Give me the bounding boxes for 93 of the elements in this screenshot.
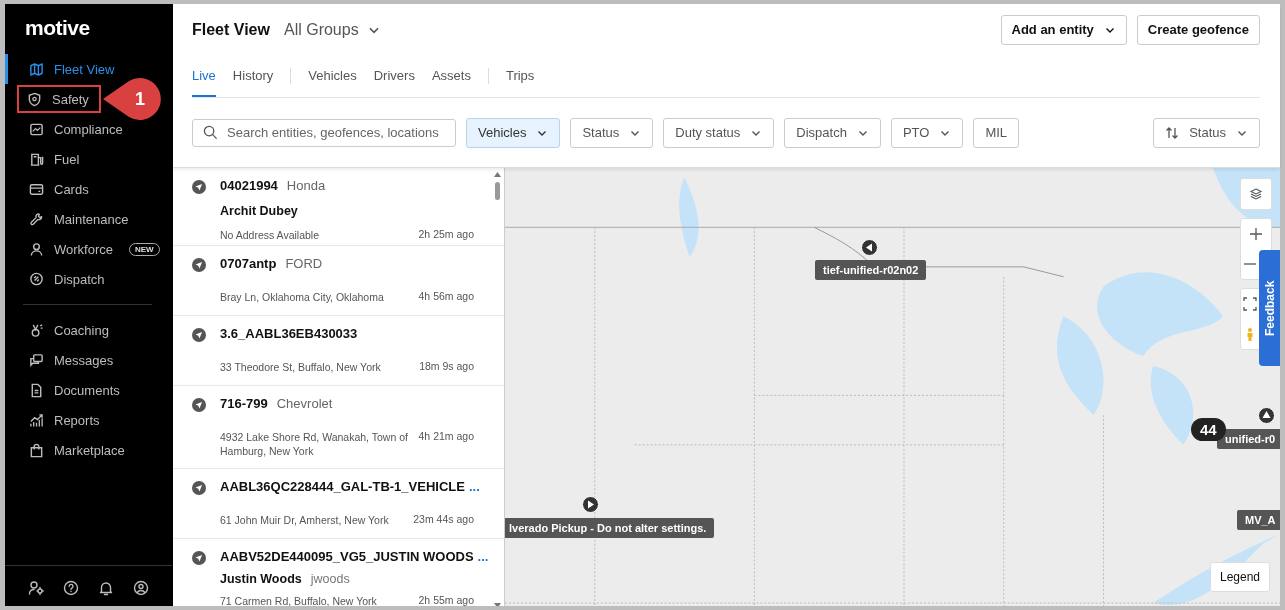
plus-icon: [1249, 227, 1263, 241]
more-link[interactable]: ...: [477, 549, 489, 564]
more-link[interactable]: ...: [468, 479, 480, 494]
bar-chart-icon: [29, 412, 44, 428]
fullscreen-icon: [1243, 297, 1257, 311]
shield-icon: [27, 91, 42, 107]
navigation-arrow-icon: [192, 551, 206, 565]
vehicle-name[interactable]: AABV52DE440095_VG5_JUSTIN WOODS: [220, 549, 474, 564]
filter-dropdown[interactable]: Duty status: [663, 117, 775, 148]
vehicle-address: Bray Ln, Oklahoma City, Oklahoma: [220, 290, 385, 305]
wrench-icon: [29, 211, 44, 227]
bag-icon: [29, 442, 44, 458]
vehicle-name[interactable]: AABL36QC228444_GAL-TB-1_VEHICLE: [220, 479, 465, 494]
vehicle-label[interactable]: unified-r0: [1217, 429, 1280, 449]
navigation-arrow-icon: [192, 180, 206, 194]
vehicle-label[interactable]: lverado Pickup - Do not alter settings.: [505, 518, 715, 538]
group-dropdown[interactable]: All Groups: [283, 20, 381, 39]
nav-item[interactable]: Reports: [5, 405, 172, 435]
vehicle-marker-icon[interactable]: [861, 239, 878, 256]
tab[interactable]: Live: [192, 55, 216, 97]
chat-icon: [29, 352, 44, 368]
chart-icon: [29, 121, 44, 137]
header-button[interactable]: Create geofence: [1136, 14, 1260, 45]
navigation-arrow-icon: [192, 328, 206, 342]
filter-dropdown[interactable]: Vehicles: [466, 117, 561, 148]
vehicle-address: 33 Theodore St, Buffalo, New York: [220, 360, 382, 375]
tab[interactable]: Trips: [505, 55, 535, 97]
nav-item[interactable]: Fuel: [5, 144, 172, 174]
driver-name: Archit Dubey: [220, 204, 298, 220]
nav-item[interactable]: Workforce NEW: [5, 234, 172, 264]
vehicle-address: No Address Available: [220, 228, 321, 243]
vehicle-name[interactable]: 0707antp: [220, 256, 277, 271]
document-icon: [29, 382, 44, 398]
vehicle-marker-icon[interactable]: [1258, 407, 1275, 424]
scrollbar[interactable]: [493, 170, 502, 606]
filter-dropdown[interactable]: Dispatch: [784, 117, 881, 148]
last-update-time: 2h 25m ago: [417, 228, 474, 242]
nav-item[interactable]: Safety: [17, 85, 101, 113]
legend-button[interactable]: Legend: [1209, 562, 1270, 592]
tab[interactable]: Drivers: [373, 55, 415, 97]
vehicle-marker-icon[interactable]: [582, 496, 599, 513]
vehicle-name[interactable]: 04021994: [220, 178, 278, 193]
vehicle-label[interactable]: tief-unified-r02n02: [815, 260, 927, 280]
vehicle-address: 71 Carmen Rd, Buffalo, New York: [220, 593, 378, 606]
last-update-time: 18m 9s ago: [418, 360, 474, 374]
help-icon[interactable]: [63, 580, 80, 596]
last-update-time: 4h 21m ago: [417, 429, 474, 444]
vehicle-address: 61 John Muir Dr, Amherst, New York: [220, 513, 390, 528]
last-update-time: 4h 56m ago: [417, 290, 474, 304]
vehicle-name[interactable]: 3.6_AABL36EB430033: [220, 326, 358, 341]
driver-name: Justin Woods: [220, 572, 302, 587]
layers-icon: [1249, 187, 1263, 201]
filter-dropdown[interactable]: PTO: [890, 117, 964, 148]
navigation-arrow-icon: [192, 481, 206, 495]
vehicle-label[interactable]: MV_A: [1237, 510, 1280, 530]
sort-icon: [1165, 125, 1180, 140]
header-button[interactable]: Add an entity: [1000, 14, 1127, 45]
search-field[interactable]: Search entities, geofences, locations: [192, 118, 456, 147]
nav-item[interactable]: Documents: [5, 375, 172, 405]
vehicle-address: 4932 Lake Shore Rd, Wanakah, Town of Hamburg, New York: [220, 429, 409, 459]
nav-item[interactable]: Dispatch: [5, 264, 172, 294]
vehicle-make: Honda: [286, 178, 326, 193]
person-icon: [29, 241, 44, 257]
vehicle-make: FORD: [285, 256, 323, 271]
navigation-arrow-icon: [192, 398, 206, 412]
last-update-time: 2h 55m ago: [417, 593, 474, 606]
card-icon: [29, 181, 44, 197]
page-title: Fleet View: [192, 20, 270, 39]
cluster-count[interactable]: 44: [1191, 418, 1226, 441]
nav-item[interactable]: Maintenance: [5, 204, 172, 234]
fuel-pump-icon: [29, 151, 44, 167]
map-icon: [29, 61, 44, 77]
nav-item[interactable]: Messages: [5, 345, 172, 375]
nav-item[interactable]: Marketplace: [5, 435, 172, 465]
tab[interactable]: Assets: [431, 55, 471, 97]
search-icon: [203, 125, 218, 140]
logo[interactable]: motive: [5, 4, 172, 54]
navigation-arrow-icon: [192, 258, 206, 272]
feedback-tab[interactable]: Feedback: [1259, 250, 1280, 366]
driver-username: jwoods: [310, 572, 350, 587]
vehicle-make: Chevrolet: [276, 396, 333, 411]
user-settings-icon[interactable]: [28, 580, 45, 596]
filter-dropdown[interactable]: MIL: [973, 117, 1020, 148]
sort-dropdown[interactable]: Status: [1153, 117, 1260, 148]
tab[interactable]: History: [232, 55, 274, 97]
nav-item[interactable]: Coaching: [5, 315, 172, 345]
nav-item[interactable]: Cards: [5, 174, 172, 204]
last-update-time: 23m 44s ago: [412, 513, 474, 527]
filter-dropdown[interactable]: Status: [570, 117, 654, 148]
profile-icon[interactable]: [132, 580, 149, 596]
tab[interactable]: Vehicles: [308, 55, 357, 97]
bell-icon[interactable]: [97, 580, 114, 596]
vehicle-name[interactable]: 716-799: [220, 396, 268, 411]
